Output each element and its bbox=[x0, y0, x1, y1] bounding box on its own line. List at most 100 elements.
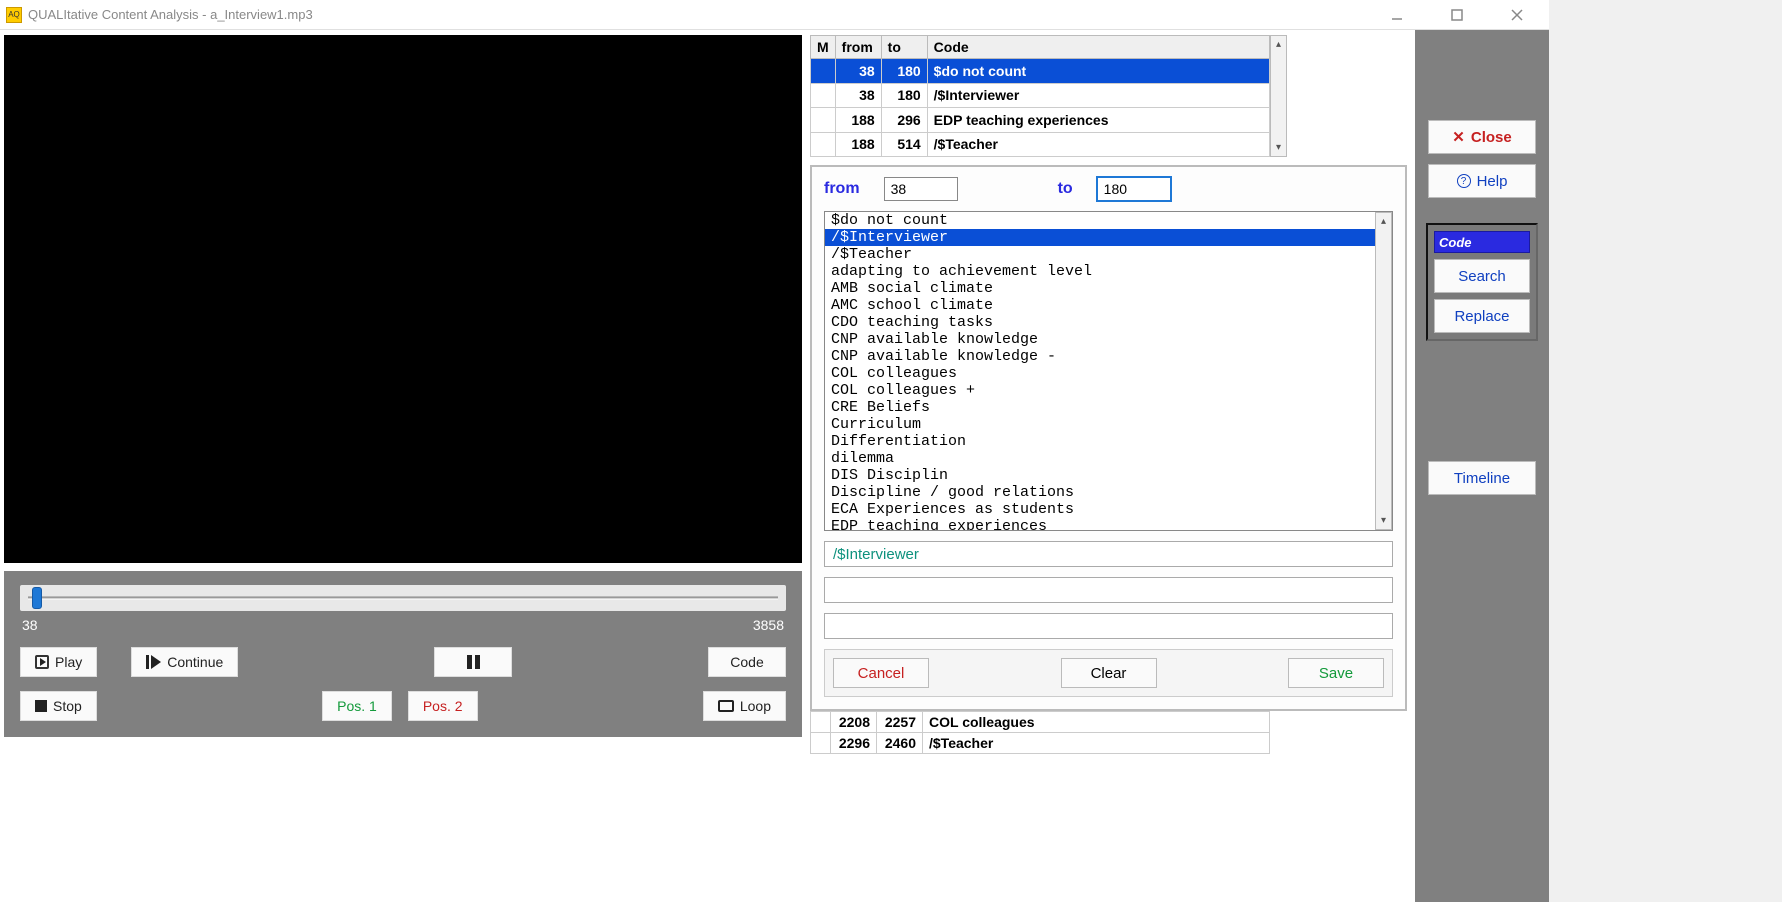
code-list-item[interactable]: EDP teaching experiences bbox=[825, 518, 1375, 530]
scroll-up-icon[interactable]: ▴ bbox=[1276, 36, 1281, 53]
clear-button[interactable]: Clear bbox=[1061, 658, 1157, 688]
from-input[interactable] bbox=[884, 177, 958, 201]
window-buttons bbox=[1377, 3, 1537, 27]
cell-from: 2296 bbox=[831, 733, 877, 754]
help-button[interactable]: ? Help bbox=[1428, 164, 1536, 198]
slider-track bbox=[28, 597, 778, 600]
cancel-label: Cancel bbox=[858, 665, 905, 682]
close-label: Close bbox=[1471, 129, 1512, 146]
minimize-button[interactable] bbox=[1377, 3, 1417, 27]
code-list-item[interactable]: /$Teacher bbox=[825, 246, 1375, 263]
cancel-button[interactable]: Cancel bbox=[833, 658, 929, 688]
close-window-button[interactable] bbox=[1497, 3, 1537, 27]
stop-button[interactable]: Stop bbox=[20, 691, 97, 721]
code-listbox[interactable]: $do not count/$Interviewer/$Teacheradapt… bbox=[824, 211, 1393, 531]
table-row[interactable]: 38180$do not count bbox=[811, 59, 1270, 84]
table-row[interactable]: 188296EDP teaching experiences bbox=[811, 108, 1270, 133]
pos1-label: Pos. 1 bbox=[337, 698, 377, 714]
video-viewport[interactable] bbox=[4, 35, 802, 563]
replace-button[interactable]: Replace bbox=[1434, 299, 1530, 333]
content: 38 3858 Play Continue bbox=[0, 30, 1549, 902]
cell-m bbox=[811, 108, 836, 133]
code-list-item[interactable]: dilemma bbox=[825, 450, 1375, 467]
cell-code: COL colleagues bbox=[923, 712, 1270, 733]
code-list-item[interactable]: Curriculum bbox=[825, 416, 1375, 433]
codelist-scrollbar[interactable]: ▴ ▾ bbox=[1375, 212, 1392, 530]
play-button[interactable]: Play bbox=[20, 647, 97, 677]
code-list-item[interactable]: AMB social climate bbox=[825, 280, 1375, 297]
code-list-item[interactable]: $do not count bbox=[825, 212, 1375, 229]
col-m[interactable]: M bbox=[811, 36, 836, 59]
save-button[interactable]: Save bbox=[1288, 658, 1384, 688]
play-icon bbox=[35, 655, 49, 669]
pause-icon bbox=[467, 655, 480, 669]
clear-label: Clear bbox=[1091, 665, 1127, 682]
right-sidebar: ✕ Close ? Help Search Replace Timeline bbox=[1415, 30, 1549, 902]
col-to[interactable]: to bbox=[881, 36, 927, 59]
loop-icon bbox=[718, 700, 734, 712]
segments-scrollbar[interactable]: ▴ ▾ bbox=[1270, 35, 1287, 157]
cell-m bbox=[811, 59, 836, 84]
close-button[interactable]: ✕ Close bbox=[1428, 120, 1536, 154]
slider-start-label: 38 bbox=[22, 617, 38, 633]
cell-to: 296 bbox=[881, 108, 927, 133]
continue-button[interactable]: Continue bbox=[131, 647, 238, 677]
aux-input-2[interactable] bbox=[824, 613, 1393, 639]
code-list-item[interactable]: Discipline / good relations bbox=[825, 484, 1375, 501]
scroll-down-icon[interactable]: ▾ bbox=[1276, 139, 1281, 156]
transport-row2: Stop Pos. 1 Pos. 2 Loop bbox=[20, 691, 786, 721]
table-row[interactable]: 22962460/$Teacher bbox=[811, 733, 1270, 754]
table-row[interactable]: 38180/$Interviewer bbox=[811, 83, 1270, 108]
table-row[interactable]: 188514/$Teacher bbox=[811, 132, 1270, 157]
cell-m bbox=[811, 83, 836, 108]
to-input[interactable] bbox=[1097, 177, 1171, 201]
segments-table-below[interactable]: 22082257COL colleagues22962460/$Teacher bbox=[810, 711, 1270, 754]
loop-button[interactable]: Loop bbox=[703, 691, 786, 721]
code-list-item[interactable]: DIS Disciplin bbox=[825, 467, 1375, 484]
help-label: Help bbox=[1477, 173, 1508, 190]
window-title: QUALItative Content Analysis - a_Intervi… bbox=[28, 7, 1377, 22]
segments-table[interactable]: M from to Code 38180$do not count38180/$… bbox=[810, 35, 1270, 157]
code-list-item[interactable]: adapting to achievement level bbox=[825, 263, 1375, 280]
code-search-input[interactable] bbox=[1434, 231, 1530, 253]
timeline-button[interactable]: Timeline bbox=[1428, 461, 1536, 495]
maximize-button[interactable] bbox=[1437, 3, 1477, 27]
code-list-item[interactable]: CNP available knowledge bbox=[825, 331, 1375, 348]
slider-thumb[interactable] bbox=[32, 587, 42, 609]
code-list-item[interactable]: /$Interviewer bbox=[825, 229, 1375, 246]
left-pane: 38 3858 Play Continue bbox=[0, 30, 810, 902]
pos2-label: Pos. 2 bbox=[423, 698, 463, 714]
cell-code: EDP teaching experiences bbox=[927, 108, 1269, 133]
app-window: AQ QUALItative Content Analysis - a_Inte… bbox=[0, 0, 1549, 902]
stop-label: Stop bbox=[53, 698, 82, 714]
table-row[interactable]: 22082257COL colleagues bbox=[811, 712, 1270, 733]
selected-code-input[interactable] bbox=[824, 541, 1393, 567]
cell-code: /$Teacher bbox=[923, 733, 1270, 754]
code-list-item[interactable]: COL colleagues bbox=[825, 365, 1375, 382]
cell-from: 188 bbox=[835, 132, 881, 157]
pos2-button[interactable]: Pos. 2 bbox=[408, 691, 478, 721]
pause-button[interactable] bbox=[434, 647, 512, 677]
code-list-item[interactable]: ECA Experiences as students bbox=[825, 501, 1375, 518]
transport-row1: Play Continue Code bbox=[20, 647, 786, 677]
code-list-item[interactable]: COL colleagues + bbox=[825, 382, 1375, 399]
code-list-item[interactable]: Differentiation bbox=[825, 433, 1375, 450]
position-slider[interactable] bbox=[20, 585, 786, 611]
pos1-button[interactable]: Pos. 1 bbox=[322, 691, 392, 721]
search-button[interactable]: Search bbox=[1434, 259, 1530, 293]
aux-input-1[interactable] bbox=[824, 577, 1393, 603]
code-list-item[interactable]: AMC school climate bbox=[825, 297, 1375, 314]
codelist-scroll-up[interactable]: ▴ bbox=[1381, 213, 1386, 230]
codelist-scroll-down[interactable]: ▾ bbox=[1381, 512, 1386, 529]
code-list-item[interactable]: CDO teaching tasks bbox=[825, 314, 1375, 331]
cell-to: 2257 bbox=[877, 712, 923, 733]
cell-m bbox=[811, 712, 831, 733]
code-button[interactable]: Code bbox=[708, 647, 786, 677]
code-list-item[interactable]: CRE Beliefs bbox=[825, 399, 1375, 416]
col-code[interactable]: Code bbox=[927, 36, 1269, 59]
app-icon: AQ bbox=[6, 7, 22, 23]
col-from[interactable]: from bbox=[835, 36, 881, 59]
code-list-item[interactable]: CNP available knowledge - bbox=[825, 348, 1375, 365]
cell-from: 2208 bbox=[831, 712, 877, 733]
code-button-label: Code bbox=[730, 654, 763, 670]
